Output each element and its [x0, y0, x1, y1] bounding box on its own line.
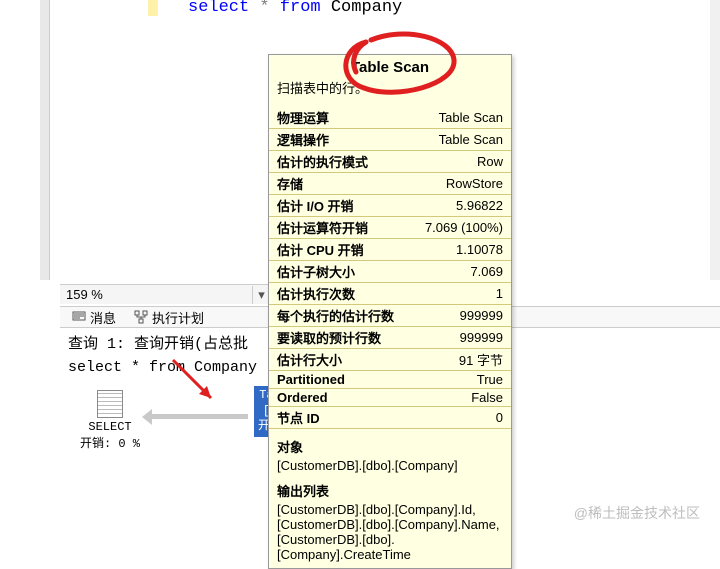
tooltip-row: PartitionedTrue	[269, 371, 511, 389]
tooltip-row-value: 5.96822	[411, 195, 511, 217]
tooltip-row-value: RowStore	[411, 173, 511, 195]
sql-line[interactable]: select * from Company	[188, 0, 402, 17]
tooltip-row-label: Ordered	[269, 389, 411, 407]
tooltip-row: 估计子树大小7.069	[269, 261, 511, 283]
tooltip-row: 估计行大小91 字节	[269, 349, 511, 371]
tooltip-outlist-label: 输出列表	[277, 481, 503, 500]
tooltip-row-label: 要读取的预计行数	[269, 327, 411, 349]
zoom-value: 159 %	[60, 287, 252, 302]
tab-exec-plan[interactable]: 执行计划	[128, 306, 210, 329]
tooltip-row-label: 存储	[269, 173, 411, 195]
tooltip-object-value: [CustomerDB].[dbo].[Company]	[277, 456, 503, 473]
tooltip-row-value: 1.10078	[411, 239, 511, 261]
messages-icon	[72, 310, 86, 324]
sql-keyword-from: from	[280, 0, 321, 17]
watermark: @稀土掘金技术社区	[574, 503, 700, 523]
tooltip-row: 每个执行的估计行数999999	[269, 305, 511, 327]
tooltip-row-value: 999999	[411, 327, 511, 349]
tooltip-row: OrderedFalse	[269, 389, 511, 407]
tooltip-row-label: 估计 CPU 开销	[269, 239, 411, 261]
tooltip-row: 估计 I/O 开销5.96822	[269, 195, 511, 217]
change-marker	[148, 0, 158, 16]
tooltip-row-label: 每个执行的估计行数	[269, 305, 411, 327]
tooltip-title: Table Scan	[269, 55, 511, 78]
select-icon	[97, 390, 123, 418]
tooltip-row-value: 0	[411, 407, 511, 429]
tooltip-row: 逻辑操作Table Scan	[269, 129, 511, 151]
tab-messages[interactable]: 消息	[66, 306, 122, 329]
editor-gutter	[40, 0, 50, 280]
tooltip-row: 估计 CPU 开销1.10078	[269, 239, 511, 261]
tooltip-object-section: 对象 [CustomerDB].[dbo].[Company]	[269, 429, 511, 473]
plan-node-select[interactable]: SELECT 开销: 0 %	[80, 390, 140, 451]
tooltip-row-label: 估计 I/O 开销	[269, 195, 411, 217]
tooltip-row: 估计运算符开销7.069 (100%)	[269, 217, 511, 239]
tooltip-row-value: True	[411, 371, 511, 389]
tooltip-row-label: 估计执行次数	[269, 283, 411, 305]
editor-scrollbar[interactable]	[710, 0, 720, 280]
plan-select-cost: 开销: 0 %	[80, 434, 140, 451]
tooltip-properties-table: 物理运算Table Scan逻辑操作Table Scan估计的执行模式Row存储…	[269, 107, 511, 429]
plan-edge-arrow-icon	[142, 409, 152, 425]
tooltip-row-label: Partitioned	[269, 371, 411, 389]
sql-identifier: Company	[331, 0, 402, 17]
tooltip-row: 估计执行次数1	[269, 283, 511, 305]
tooltip-row-value: 91 字节	[411, 349, 511, 371]
tooltip-object-label: 对象	[277, 437, 503, 456]
tooltip-row-value: 1	[411, 283, 511, 305]
tooltip-row-value: Table Scan	[411, 129, 511, 151]
tooltip-row: 节点 ID0	[269, 407, 511, 429]
tooltip-row-value: Row	[411, 151, 511, 173]
tooltip-row-label: 逻辑操作	[269, 129, 411, 151]
exec-plan-icon	[134, 310, 148, 324]
tooltip-row: 估计的执行模式Row	[269, 151, 511, 173]
sql-keyword-select: select	[188, 0, 249, 17]
tooltip-row-label: 估计子树大小	[269, 261, 411, 283]
tooltip-row-label: 物理运算	[269, 107, 411, 129]
tooltip-row-value: 7.069 (100%)	[411, 217, 511, 239]
plan-select-label: SELECT	[80, 420, 140, 434]
tooltip-row: 物理运算Table Scan	[269, 107, 511, 129]
tooltip-row: 存储RowStore	[269, 173, 511, 195]
tooltip-row-label: 估计运算符开销	[269, 217, 411, 239]
tooltip-row-label: 估计行大小	[269, 349, 411, 371]
tooltip-outlist-section: 输出列表 [CustomerDB].[dbo].[Company].Id, [C…	[269, 473, 511, 562]
zoom-control[interactable]: 159 % ▾	[60, 284, 270, 304]
tooltip-row: 要读取的预计行数999999	[269, 327, 511, 349]
tab-messages-label: 消息	[90, 308, 116, 327]
sql-editor[interactable]: select * from Company	[60, 0, 720, 16]
operator-tooltip: Table Scan 扫描表中的行。 物理运算Table Scan逻辑操作Tab…	[268, 54, 512, 569]
tooltip-row-value: 999999	[411, 305, 511, 327]
tooltip-row-label: 估计的执行模式	[269, 151, 411, 173]
tooltip-row-value: False	[411, 389, 511, 407]
tab-exec-plan-label: 执行计划	[152, 308, 204, 327]
sql-star: *	[259, 0, 269, 17]
plan-edge	[148, 414, 248, 419]
tooltip-row-value: 7.069	[411, 261, 511, 283]
tooltip-row-label: 节点 ID	[269, 407, 411, 429]
tooltip-outlist-value: [CustomerDB].[dbo].[Company].Id, [Custom…	[277, 500, 503, 562]
tooltip-subtitle: 扫描表中的行。	[269, 78, 511, 107]
tooltip-row-value: Table Scan	[411, 107, 511, 129]
